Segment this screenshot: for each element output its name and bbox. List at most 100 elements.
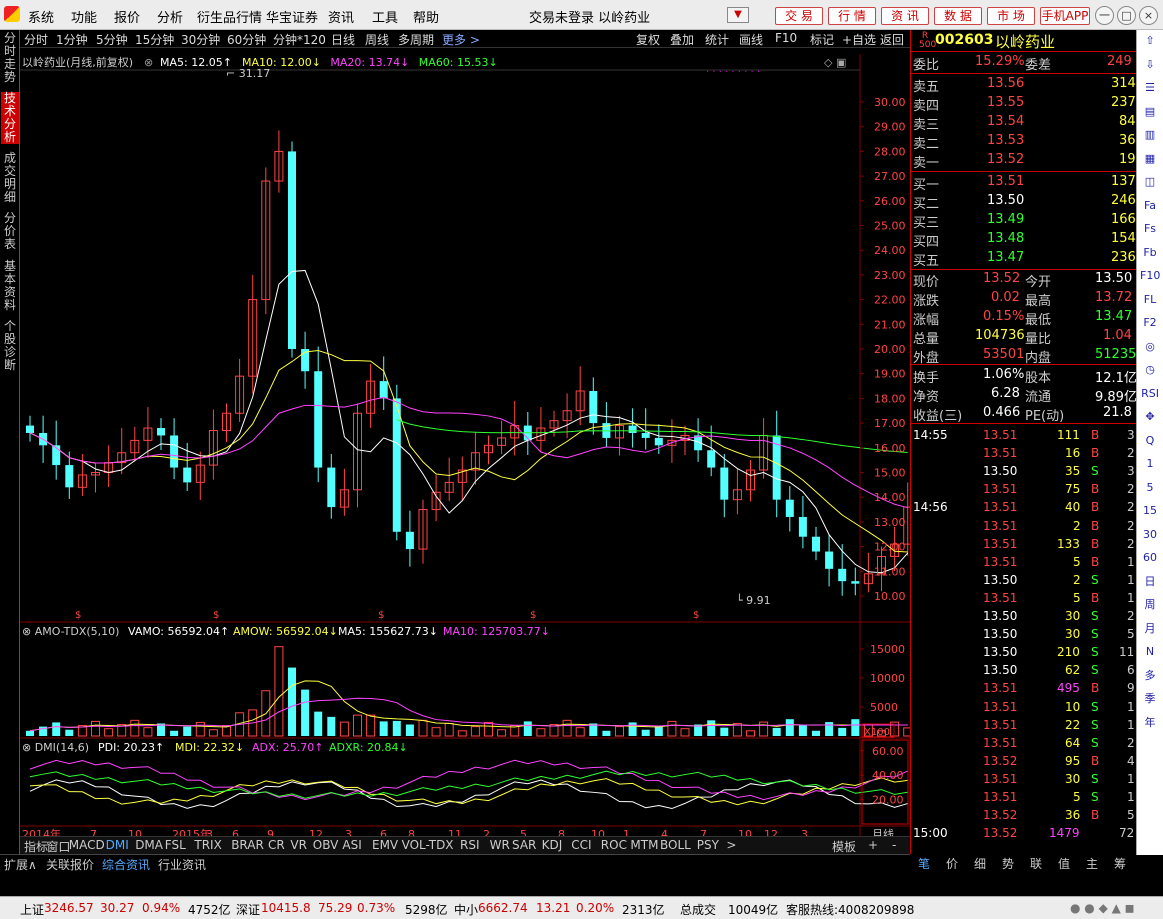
side-icon[interactable]: F10: [1140, 267, 1160, 285]
menu-news[interactable]: 资讯: [328, 7, 354, 26]
indicator-tab-kdj[interactable]: KDJ: [542, 838, 563, 852]
period-120m[interactable]: 分钟*120: [273, 31, 326, 48]
detail-tab[interactable]: 联: [1030, 855, 1042, 872]
side-icon[interactable]: 15: [1140, 502, 1160, 520]
period-week[interactable]: 周线: [365, 31, 389, 48]
indicator-tab-cci[interactable]: CCI: [571, 838, 591, 852]
tab-price-table[interactable]: 分价表: [1, 212, 19, 251]
indicator-tab-cr[interactable]: CR: [268, 838, 285, 852]
indicator-tab-asi[interactable]: ASI: [342, 838, 361, 852]
period-1m[interactable]: 1分钟: [56, 31, 88, 48]
side-icon[interactable]: Fs: [1140, 220, 1160, 238]
period-multi[interactable]: 多周期: [398, 31, 434, 48]
zoom-in-button[interactable]: +: [868, 838, 878, 852]
indicator-tab-psy[interactable]: PSY: [697, 838, 719, 852]
period-30m[interactable]: 30分钟: [181, 31, 220, 48]
period-day[interactable]: 日线: [331, 31, 355, 48]
period-60m[interactable]: 60分钟: [227, 31, 266, 48]
menu-tools[interactable]: 工具: [372, 7, 398, 26]
side-icon[interactable]: ◫: [1140, 173, 1160, 191]
industry-news-tab[interactable]: 行业资讯: [158, 856, 206, 873]
side-icon[interactable]: Fb: [1140, 244, 1160, 262]
indicator-tab-窗口[interactable]: 窗口: [46, 838, 70, 855]
menu-system[interactable]: 系统: [28, 7, 54, 26]
fuquan-button[interactable]: 复权: [636, 31, 660, 48]
side-icon[interactable]: Fa: [1140, 197, 1160, 215]
indicator-tab-brar[interactable]: BRAR: [231, 838, 264, 852]
indicator-tab-dmi[interactable]: DMI: [106, 838, 129, 852]
side-icon[interactable]: Q: [1140, 432, 1160, 450]
sh-index[interactable]: 3246.57: [44, 901, 94, 915]
maximize-button[interactable]: □: [1117, 6, 1136, 25]
side-icon[interactable]: 日: [1140, 573, 1160, 591]
indicator-tab-vol-tdx[interactable]: VOL-TDX: [402, 838, 454, 852]
menu-derivatives[interactable]: 衍生品行情: [197, 7, 262, 26]
period-intraday[interactable]: 分时: [24, 31, 48, 48]
indicator-tab-macd[interactable]: MACD: [69, 838, 105, 852]
indicator-tab-roc[interactable]: ROC: [601, 838, 627, 852]
detail-tab[interactable]: 主: [1086, 855, 1098, 872]
dropdown-icon[interactable]: ▼: [727, 7, 749, 23]
detail-tab[interactable]: 势: [1002, 855, 1014, 872]
related-quote-tab[interactable]: 关联报价: [46, 856, 94, 873]
side-icon[interactable]: ◷: [1140, 361, 1160, 379]
add-watchlist-button[interactable]: +自选: [842, 31, 876, 48]
period-5m[interactable]: 5分钟: [96, 31, 128, 48]
side-icon[interactable]: RSI: [1140, 385, 1160, 403]
tab-technical[interactable]: 技术分析: [1, 92, 19, 144]
indicator-tab-obv[interactable]: OBV: [313, 838, 339, 852]
indicator-tab-rsi[interactable]: RSI: [460, 838, 480, 852]
zoom-out-button[interactable]: -: [892, 838, 896, 852]
indicator-tab-emv[interactable]: EMV: [372, 838, 398, 852]
tab-trades[interactable]: 成交明细: [1, 152, 19, 204]
side-icon[interactable]: F2: [1140, 314, 1160, 332]
side-icon[interactable]: ▥: [1140, 126, 1160, 144]
close-button[interactable]: ×: [1139, 6, 1158, 25]
status-icons[interactable]: ● ● ◆ ▲ ◼: [1070, 901, 1135, 915]
period-more[interactable]: 更多 >: [442, 31, 480, 48]
side-icon[interactable]: 60: [1140, 549, 1160, 567]
indicator-tab-fsl[interactable]: FSL: [165, 838, 186, 852]
draw-button[interactable]: 画线: [739, 31, 763, 48]
kline-chart[interactable]: 30.00 29.00 28.00 27.00 26.00 25.00 24.00 23.00…: [20, 48, 910, 848]
side-icon[interactable]: ◎: [1140, 338, 1160, 356]
mark-button[interactable]: 标记: [810, 31, 834, 48]
side-icon[interactable]: 30: [1140, 526, 1160, 544]
detail-tab[interactable]: 值: [1058, 855, 1070, 872]
side-icon[interactable]: ✥: [1140, 408, 1160, 426]
indicator-tab-sar[interactable]: SAR: [512, 838, 536, 852]
detail-tab[interactable]: 细: [974, 855, 986, 872]
side-icon[interactable]: 月: [1140, 620, 1160, 638]
side-icon[interactable]: 多: [1140, 667, 1160, 685]
side-icon[interactable]: 季: [1140, 690, 1160, 708]
minimize-button[interactable]: 一: [1095, 6, 1114, 25]
side-icon[interactable]: ⇧: [1140, 32, 1160, 50]
market-button[interactable]: 行 情: [828, 7, 876, 25]
trade-button[interactable]: 交 易: [775, 7, 823, 25]
side-icon[interactable]: FL: [1140, 291, 1160, 309]
stats-button[interactable]: 统计: [705, 31, 729, 48]
menu-broker[interactable]: 华宝证券: [266, 7, 318, 26]
tab-diagnosis[interactable]: 个股诊断: [1, 320, 19, 372]
menu-analysis[interactable]: 分析: [157, 7, 183, 26]
data-button[interactable]: 数 据: [934, 7, 982, 25]
indicator-tab-mtm[interactable]: MTM: [630, 838, 658, 852]
expand-button[interactable]: 扩展∧: [4, 856, 37, 873]
side-icon[interactable]: 年: [1140, 714, 1160, 732]
period-15m[interactable]: 15分钟: [135, 31, 174, 48]
menu-function[interactable]: 功能: [71, 7, 97, 26]
tab-intraday[interactable]: 分时走势: [1, 32, 19, 84]
side-icon[interactable]: N: [1140, 643, 1160, 661]
side-icon[interactable]: ☰: [1140, 79, 1160, 97]
overlay-button[interactable]: 叠加: [670, 31, 694, 48]
template-button[interactable]: 模板: [832, 838, 856, 855]
side-icon[interactable]: 1: [1140, 455, 1160, 473]
info-button[interactable]: 资 讯: [881, 7, 929, 25]
side-icon[interactable]: ▦: [1140, 150, 1160, 168]
indicator-tab-指标[interactable]: 指标: [24, 838, 48, 855]
side-icon[interactable]: ▤: [1140, 103, 1160, 121]
back-button[interactable]: 返回: [880, 31, 904, 48]
mobile-app-button[interactable]: 手机APP: [1040, 7, 1090, 25]
detail-tab[interactable]: 价: [946, 855, 958, 872]
zx-index[interactable]: 6662.74: [478, 901, 528, 915]
